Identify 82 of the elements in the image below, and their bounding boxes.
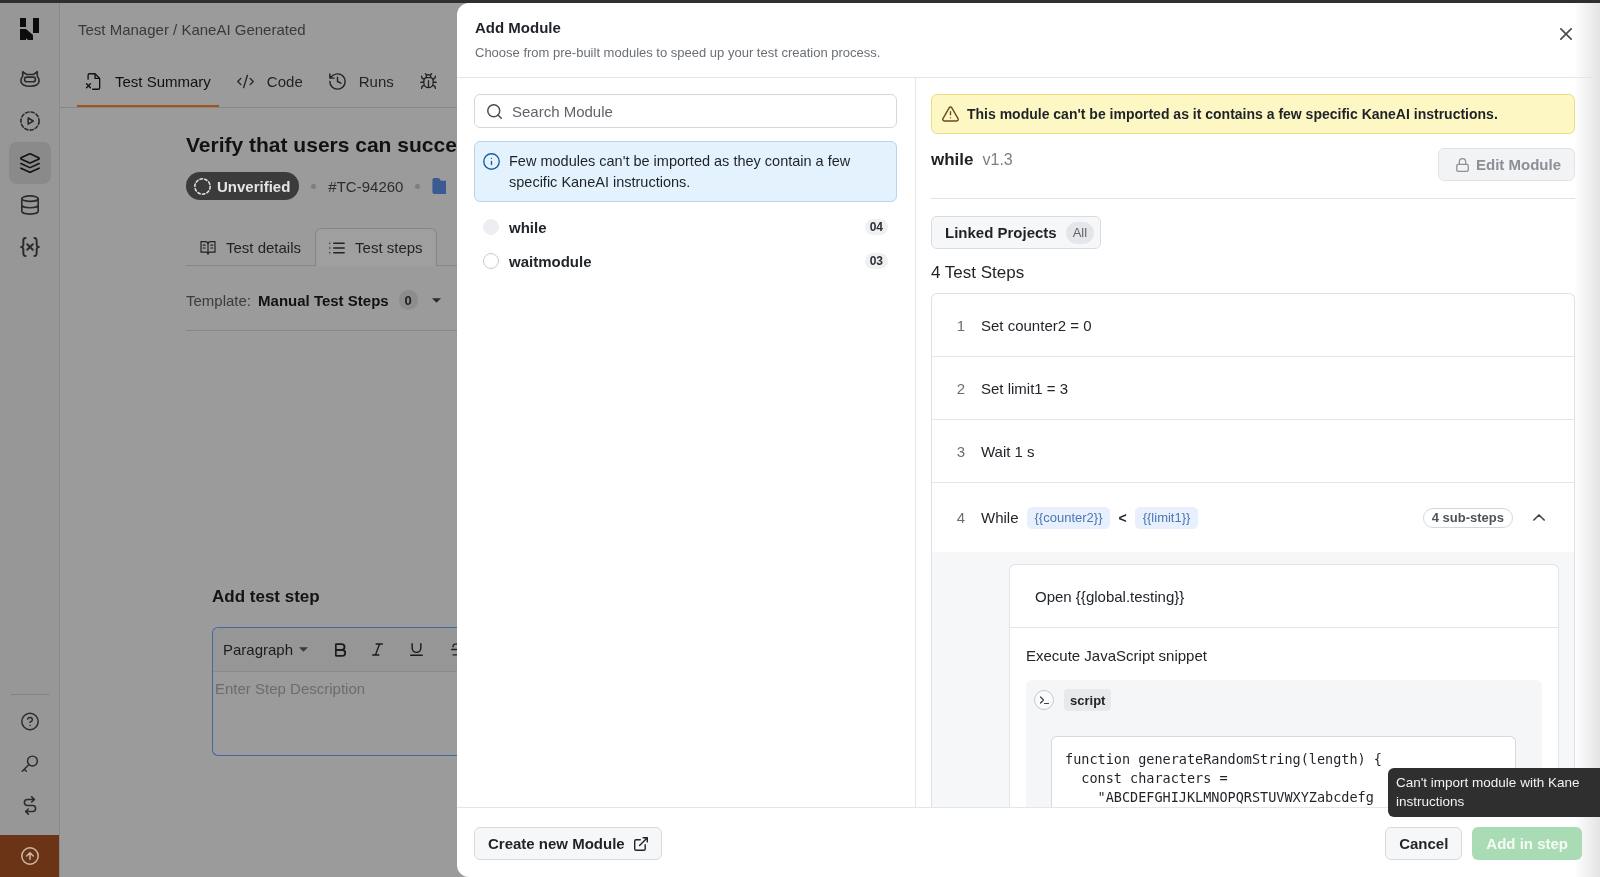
search-input[interactable]: Search Module [512, 102, 884, 120]
scope-tag: All [1065, 221, 1095, 244]
info-icon [483, 153, 500, 170]
sidebar-button[interactable] [8, 142, 51, 184]
arrow-up-circle-icon [20, 847, 39, 865]
test-title: Verify that users can succe [186, 132, 457, 158]
history-icon [328, 72, 346, 90]
tab[interactable]: Test steps [315, 228, 437, 266]
linked-projects-button[interactable]: Linked Projects All [931, 216, 1102, 249]
underline-icon[interactable] [410, 643, 423, 656]
status-text: Unverified [217, 177, 291, 195]
template-label: Template: [186, 291, 252, 309]
module-name[interactable]: waitmodule [509, 252, 592, 270]
variable-chip: {{limit1}} [1134, 506, 1199, 529]
warning-icon [942, 106, 959, 122]
step-count-badge: 03 [864, 253, 888, 269]
script-label: script [1064, 689, 1112, 711]
database-icon[interactable] [19, 195, 40, 215]
info-text: Few modules can't be imported as they contain a few specific KaneAI instructions. [509, 152, 852, 192]
create-module-button[interactable]: Create new Module [474, 827, 662, 860]
dashed-circle-icon [194, 177, 211, 195]
upload-button[interactable] [0, 835, 59, 877]
operator-text: < [1118, 509, 1127, 526]
format-dropdown[interactable]: Paragraph [223, 641, 309, 658]
tab[interactable]: Code [228, 57, 311, 107]
folder-icon [432, 178, 447, 194]
cancel-button[interactable]: Cancel [1385, 827, 1463, 860]
step-count-badge: 04 [864, 219, 888, 235]
test-id: #TC-94260 [328, 177, 404, 195]
section-heading: Add test step [212, 586, 321, 608]
caret-down-icon[interactable] [299, 647, 309, 652]
close-icon[interactable] [1560, 28, 1572, 40]
dialog-title: Add Module [475, 18, 562, 38]
tab[interactable]: Runs [320, 57, 402, 107]
dot-icon [311, 183, 317, 189]
layers-icon[interactable] [19, 153, 40, 173]
steps-heading: 4 Test Steps [931, 262, 1026, 284]
template-name[interactable]: Manual Test Steps [258, 291, 389, 309]
step-number: 3 [955, 442, 967, 460]
play-circle-icon[interactable] [19, 111, 40, 131]
robot-icon[interactable] [19, 69, 40, 89]
list-icon [329, 240, 346, 255]
bold-icon[interactable] [335, 642, 347, 657]
caret-down-icon[interactable] [431, 297, 441, 303]
step-text: Open {{global.testing}} [1035, 587, 1185, 605]
help-icon[interactable] [20, 711, 39, 731]
step-text: Wait 1 s [981, 442, 1035, 460]
step-text: Execute JavaScript snippet [1026, 646, 1208, 666]
document-icon [85, 72, 102, 90]
lock-icon [1456, 157, 1469, 172]
step-number: 2 [955, 379, 967, 397]
step-text: Set counter2 = 0 [981, 316, 1092, 334]
radio-button[interactable] [483, 253, 499, 269]
step-text: Set limit1 = 3 [981, 379, 1069, 397]
dot-icon [415, 183, 421, 189]
app-logo[interactable] [20, 18, 39, 40]
code-icon [236, 72, 254, 90]
breadcrumb[interactable]: Test Manager / KaneAI Generated [78, 20, 306, 40]
tab[interactable]: Test details [186, 228, 316, 266]
step-number: 1 [955, 316, 967, 334]
module-version: v1.3 [982, 150, 1013, 170]
key-icon[interactable] [20, 753, 39, 773]
count-badge: 0 [398, 290, 418, 310]
status-pill[interactable]: Unverified [186, 172, 300, 200]
step-text: While [981, 509, 1019, 526]
variable-chip: {{counter2}} [1026, 506, 1111, 529]
italic-icon[interactable] [372, 643, 384, 656]
book-icon [200, 240, 216, 255]
warning-text: This module can't be imported as it contains a few specific KaneAI instructions. [967, 106, 1498, 122]
dialog-subtitle: Choose from pre-built modules to speed up your test creation process. [475, 44, 881, 61]
module-title: while [931, 149, 974, 171]
strikethrough-icon[interactable] [451, 643, 457, 656]
tooltip: Can't import module with Kane instructions [1388, 768, 1600, 817]
search-field[interactable]: Search Module [474, 94, 897, 128]
chevron-up-icon[interactable] [1533, 514, 1545, 521]
variable-icon[interactable] [19, 237, 40, 257]
terminal-icon [1034, 690, 1054, 710]
bug-icon [419, 72, 437, 90]
tab[interactable]: Test Summary [77, 57, 219, 107]
step-number: 4 [955, 509, 967, 526]
search-icon [487, 103, 502, 119]
external-link-icon [633, 836, 648, 851]
